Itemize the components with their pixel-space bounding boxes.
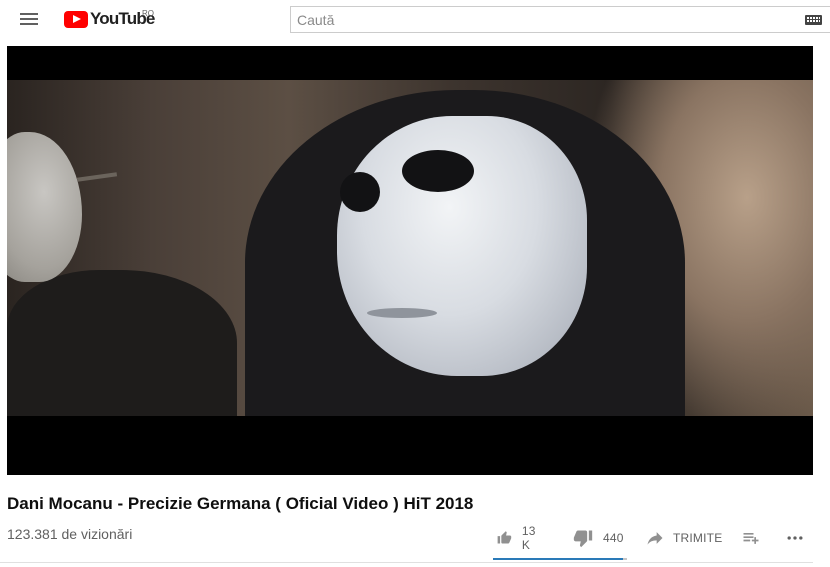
dislike-button[interactable]: 440 (573, 526, 624, 550)
view-count: 123.381 de vizionări (7, 526, 133, 542)
video-frame (7, 80, 813, 416)
more-actions-button[interactable] (785, 526, 805, 550)
search-input[interactable] (291, 7, 791, 32)
video-title: Dani Mocanu - Precizie Germana ( Oficial… (7, 494, 474, 513)
divider (0, 562, 813, 563)
playlist-add-icon (743, 533, 759, 544)
like-count: 13 K (521, 524, 536, 552)
dislike-count: 440 (603, 531, 624, 545)
like-button[interactable]: 13 K (497, 524, 541, 552)
more-horizontal-icon (787, 536, 803, 540)
youtube-logo[interactable]: YouTube (64, 7, 155, 31)
thumbs-up-icon (497, 531, 512, 544)
keyboard-icon[interactable] (805, 15, 822, 25)
add-to-playlist-button[interactable] (741, 526, 761, 550)
top-bar: YouTube RO (0, 0, 830, 40)
sentiment-bar (493, 558, 627, 560)
video-player[interactable] (7, 46, 813, 475)
share-button[interactable]: TRIMITE (645, 526, 722, 550)
sentiment-bar-fill (493, 558, 623, 560)
hamburger-menu-icon[interactable] (18, 10, 40, 28)
thumbs-down-icon (573, 530, 593, 548)
share-label: TRIMITE (673, 531, 723, 545)
region-code: RO (142, 9, 154, 18)
youtube-play-icon (64, 10, 88, 28)
share-arrow-icon (647, 532, 663, 545)
search-box (290, 6, 830, 33)
